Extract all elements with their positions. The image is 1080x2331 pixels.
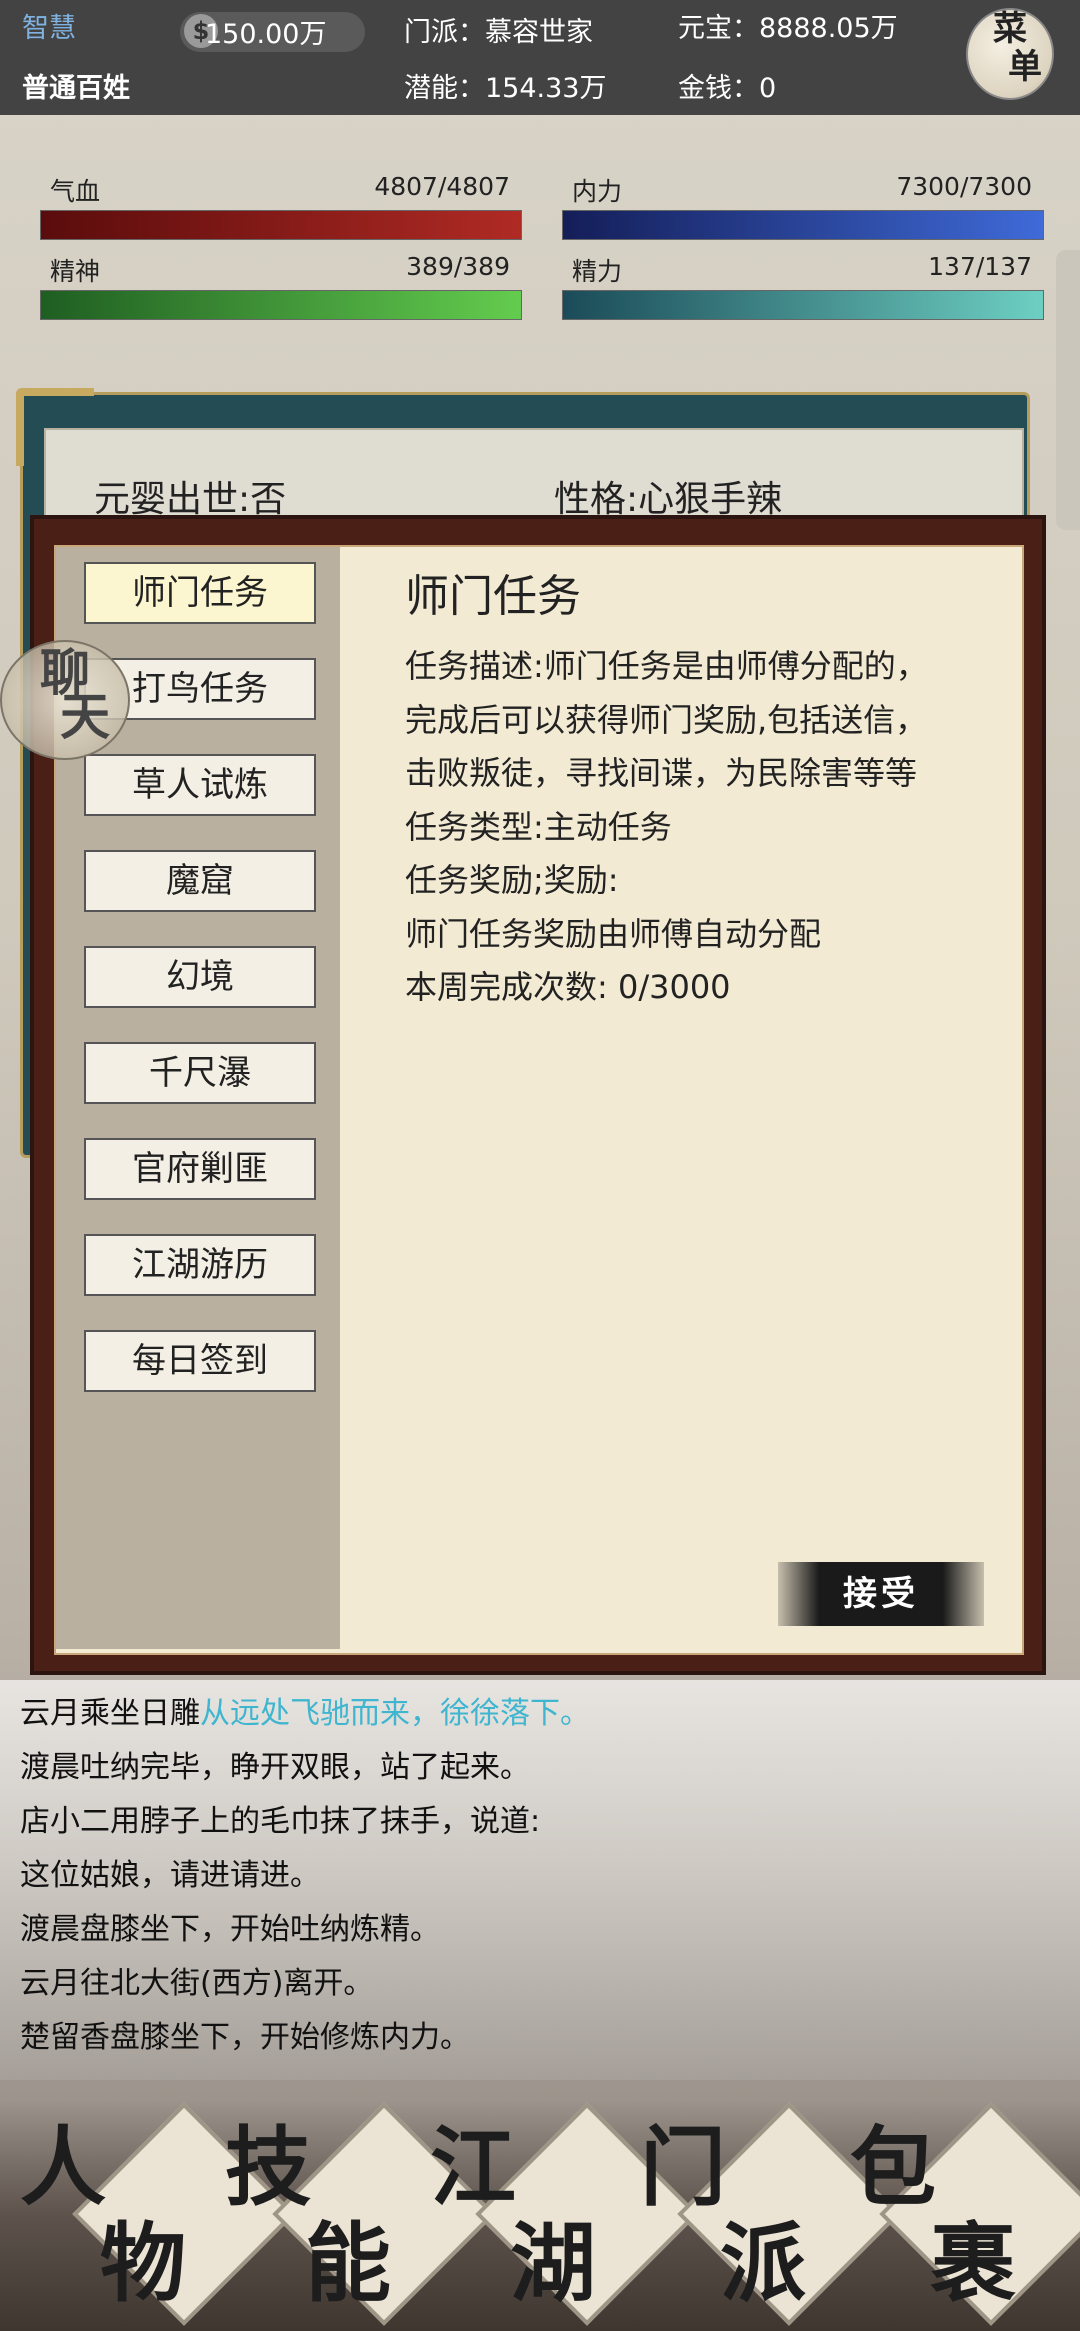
log-line: 店小二用脖子上的毛巾抹了抹手，说道:	[20, 1804, 541, 1839]
log-line: 这位姑娘，请进请进。	[20, 1858, 320, 1893]
log-line-highlight: 从远处飞驰而来，徐徐落下。	[200, 1696, 590, 1731]
energy-label: 精力	[572, 257, 623, 286]
task-detail-line: 任务描述:师门任务是由师傅分配的，	[405, 647, 928, 685]
nav-skills-char-1: 技	[225, 2117, 311, 2218]
side-pull-tab[interactable]	[1056, 250, 1080, 530]
top-status-bar: 智慧 普通百姓 $ 150.00万 门派：慕容世家 潜能：154.33万 元宝：…	[0, 0, 1080, 115]
nav-skills-button[interactable]: 技能	[225, 2120, 445, 2320]
task-tab[interactable]: 魔窟	[84, 850, 316, 912]
task-detail-line: 师门任务奖励由师傅自动分配	[405, 914, 822, 953]
log-line: 云月乘坐日雕从远处飞驰而来，徐徐落下。	[20, 1688, 590, 1732]
nav-sect-button[interactable]: 门派	[640, 2120, 860, 2320]
task-tab[interactable]: 草人试炼	[84, 754, 316, 816]
money-text: 金钱：0	[678, 73, 777, 104]
task-tab[interactable]: 师门任务	[84, 562, 316, 624]
energy-bar	[562, 290, 1044, 320]
hp-bar	[40, 210, 522, 240]
message-log[interactable]: 云月乘坐日雕从远处飞驰而来，徐徐落下。 渡晨吐纳完毕，睁开双眼，站了起来。 店小…	[0, 1680, 1080, 2080]
nav-sect-char-1: 门	[640, 2117, 726, 2218]
nav-jianghu-char-1: 江	[430, 2117, 516, 2218]
hp-label: 气血	[50, 177, 101, 206]
wisdom-label[interactable]: 智慧	[22, 6, 76, 45]
energy-value: 137/137	[928, 252, 1032, 281]
player-title: 普通百姓	[22, 73, 130, 104]
menu-label-2: 单	[1008, 47, 1042, 87]
chat-button[interactable]: 聊 天	[0, 640, 130, 760]
log-line: 云月往北大街(西方)离开。	[20, 1966, 374, 2001]
nav-character-button[interactable]: 人物	[20, 2120, 240, 2320]
task-detail-line: 任务类型:主动任务	[405, 807, 672, 846]
task-tab[interactable]: 每日签到	[84, 1330, 316, 1392]
task-detail-line: 任务奖励;奖励:	[405, 861, 619, 899]
task-detail-body: 任务描述:师门任务是由师傅分配的， 完成后可以获得师门奖励,包括送信， 击败叛徒…	[405, 640, 1005, 1015]
hp-bar-fill	[41, 211, 521, 239]
nav-jianghu-button[interactable]: 江湖	[430, 2120, 650, 2320]
task-tab[interactable]: 江湖游历	[84, 1234, 316, 1296]
sect-text: 门派：慕容世家	[404, 17, 593, 48]
task-tab[interactable]: 千尺瀑	[84, 1042, 316, 1104]
nav-sect-char-2: 派	[720, 2213, 806, 2314]
menu-label-1: 菜	[993, 9, 1027, 49]
task-detail-line: 击败叛徒，寻找间谍，为民除害等等	[405, 754, 918, 792]
mp-bar	[562, 210, 1044, 240]
task-tab[interactable]: 官府剿匪	[84, 1138, 316, 1200]
nav-inventory-char-2: 裹	[930, 2213, 1016, 2314]
log-line-prefix: 云月乘坐日雕	[20, 1696, 200, 1731]
menu-button[interactable]: 菜 单	[966, 8, 1054, 100]
log-line: 楚留香盘膝坐下，开始修炼内力。	[20, 2020, 470, 2055]
spirit-label: 精神	[50, 257, 101, 286]
spirit-bar-fill	[41, 291, 521, 319]
mp-value: 7300/7300	[896, 172, 1032, 201]
spirit-bar	[40, 290, 522, 320]
task-detail-line: 完成后可以获得师门奖励,包括送信，	[405, 700, 928, 739]
hp-value: 4807/4807	[374, 172, 510, 201]
spirit-value: 389/389	[406, 252, 510, 281]
coin-value: 150.00万	[205, 19, 327, 50]
nav-skills-char-2: 能	[305, 2213, 391, 2314]
potential-text: 潜能：154.33万	[404, 73, 607, 104]
nav-jianghu-char-2: 湖	[510, 2213, 596, 2314]
task-detail-title: 师门任务	[405, 571, 581, 622]
accept-button[interactable]: 接受	[778, 1562, 984, 1626]
energy-bar-fill	[563, 291, 1043, 319]
log-line: 渡晨吐纳完毕，睁开双眼，站了起来。	[20, 1750, 530, 1785]
task-tab[interactable]: 幻境	[84, 946, 316, 1008]
mp-bar-fill	[563, 211, 1043, 239]
mp-label: 内力	[572, 177, 623, 206]
nav-inventory-char-1: 包	[850, 2117, 936, 2218]
nav-character-char-2: 物	[100, 2213, 186, 2314]
log-line: 渡晨盘膝坐下，开始吐纳炼精。	[20, 1912, 440, 1947]
ingot-text: 元宝：8888.05万	[678, 13, 898, 44]
nav-character-char-1: 人	[20, 2117, 106, 2218]
task-detail-line: 本周完成次数: 0/3000	[405, 968, 731, 1006]
nav-inventory-button[interactable]: 包裹	[850, 2120, 1070, 2320]
